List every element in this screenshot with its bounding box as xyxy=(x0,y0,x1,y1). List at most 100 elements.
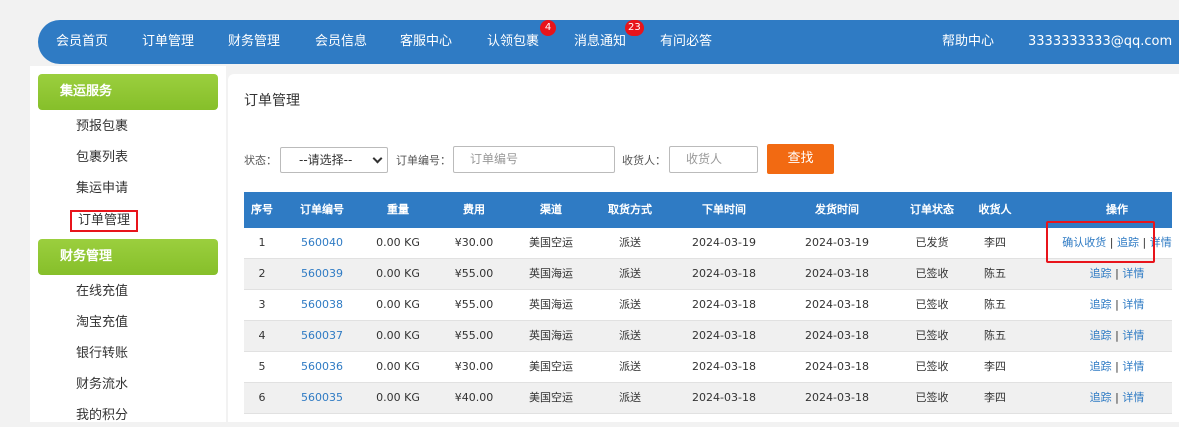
track-link[interactable]: 追踪 xyxy=(1117,236,1139,249)
order-no-input[interactable]: 订单编号 xyxy=(453,146,615,173)
cell-order-no[interactable]: 560040 xyxy=(292,228,352,258)
nav-item-messages[interactable]: 消息通知 xyxy=(574,20,626,64)
receiver-input[interactable]: 收货人 xyxy=(669,146,758,173)
cell-pickup: 派送 xyxy=(619,391,641,404)
row-actions: 追踪 | 详情 xyxy=(1062,321,1172,351)
row-actions: 确认收货 | 追踪 | 详情 xyxy=(1062,228,1172,258)
status-select-value: --请选择-- xyxy=(299,153,353,167)
sidebar-item-taobao-recharge[interactable]: 淘宝充值 xyxy=(76,312,128,334)
status-select[interactable]: --请选择-- xyxy=(280,147,388,173)
cell-pickup: 派送 xyxy=(619,329,641,342)
sidebar-item-shipping-request[interactable]: 集运申请 xyxy=(76,178,128,200)
cell-status: 已签收 xyxy=(915,360,949,373)
header-actions: 操作 xyxy=(1106,203,1128,216)
cell-fee: ¥55.00 xyxy=(454,267,494,280)
cell-order-no[interactable]: 560038 xyxy=(292,290,352,320)
cell-receiver: 李四 xyxy=(984,360,1006,373)
top-nav: 会员首页 订单管理 财务管理 会员信息 客服中心 认领包裹 4 消息通知 23 … xyxy=(38,20,1179,64)
nav-item-orders[interactable]: 订单管理 xyxy=(142,20,194,64)
cell-status: 已发货 xyxy=(915,236,949,249)
cell-status: 已签收 xyxy=(915,329,949,342)
cell-receiver: 李四 xyxy=(984,236,1006,249)
track-link[interactable]: 追踪 xyxy=(1090,298,1112,311)
details-link[interactable]: 详情 xyxy=(1150,236,1172,249)
nav-item-member-info[interactable]: 会员信息 xyxy=(315,20,367,64)
sidebar-group-shipping[interactable]: 集运服务 xyxy=(38,74,218,110)
messages-badge: 23 xyxy=(625,20,644,36)
row-actions: 追踪 | 详情 xyxy=(1062,383,1172,413)
table-row: 5 560036 0.00 KG ¥30.00 美国空运 派送 2024-03-18 2024… xyxy=(244,352,1172,383)
status-label: 状态： xyxy=(244,154,277,167)
details-link[interactable]: 详情 xyxy=(1122,267,1144,280)
receiver-label: 收货人： xyxy=(622,154,666,167)
track-link[interactable]: 追踪 xyxy=(1090,267,1112,280)
sidebar-item-finance-flow[interactable]: 财务流水 xyxy=(76,374,128,396)
table-row: 6 560035 0.00 KG ¥40.00 美国空运 派送 2024-03-18 2024… xyxy=(244,383,1172,414)
cell-order-time: 2024-03-18 xyxy=(692,298,756,311)
action-separator: | xyxy=(1111,329,1123,342)
sidebar: 集运服务 预报包裹 包裹列表 集运申请 订单管理 财务管理 在线充值 淘宝充值 … xyxy=(30,66,226,423)
cell-index: 5 xyxy=(258,360,266,373)
action-separator: | xyxy=(1139,236,1150,249)
table-header: 序号 订单编号 重量 费用 渠道 取货方式 下单时间 发货时间 订单状态 收货人… xyxy=(244,192,1172,228)
cell-order-no[interactable]: 560037 xyxy=(292,321,352,351)
header-receiver: 收货人 xyxy=(978,203,1012,216)
details-link[interactable]: 详情 xyxy=(1122,360,1144,373)
cell-fee: ¥55.00 xyxy=(454,298,494,311)
track-link[interactable]: 追踪 xyxy=(1090,391,1112,404)
track-link[interactable]: 追踪 xyxy=(1090,329,1112,342)
cell-index: 6 xyxy=(258,391,266,404)
nav-item-home[interactable]: 会员首页 xyxy=(56,20,108,64)
cell-order-time: 2024-03-18 xyxy=(692,360,756,373)
cell-order-no[interactable]: 560039 xyxy=(292,259,352,289)
track-link[interactable]: 追踪 xyxy=(1090,360,1112,373)
nav-item-finance[interactable]: 财务管理 xyxy=(228,20,280,64)
confirm-receipt-link[interactable]: 确认收货 xyxy=(1062,236,1106,249)
details-link[interactable]: 详情 xyxy=(1122,298,1144,311)
header-weight: 重量 xyxy=(387,203,409,216)
cell-status: 已签收 xyxy=(915,391,949,404)
sidebar-item-bank-transfer[interactable]: 银行转账 xyxy=(76,343,128,365)
sidebar-group-finance[interactable]: 财务管理 xyxy=(38,239,218,275)
main-content: 订单管理 状态： --请选择-- 订单编号： 订单编号 收货人： 收货人 查找 … xyxy=(228,74,1179,422)
row-actions: 追踪 | 详情 xyxy=(1062,259,1172,289)
details-link[interactable]: 详情 xyxy=(1122,329,1144,342)
cell-channel: 美国空运 xyxy=(529,360,573,373)
nav-item-help[interactable]: 帮助中心 xyxy=(942,20,994,64)
search-button[interactable]: 查找 xyxy=(767,144,834,174)
sidebar-item-package-list[interactable]: 包裹列表 xyxy=(76,147,128,169)
cell-ship-time: 2024-03-18 xyxy=(805,329,869,342)
sidebar-item-my-points[interactable]: 我的积分 xyxy=(76,405,128,427)
nav-item-claim-package[interactable]: 认领包裹 xyxy=(487,20,539,64)
cell-index: 1 xyxy=(258,236,266,249)
cell-channel: 英国海运 xyxy=(529,298,573,311)
cell-fee: ¥40.00 xyxy=(454,391,494,404)
row-actions: 追踪 | 详情 xyxy=(1062,290,1172,320)
cell-fee: ¥30.00 xyxy=(454,236,494,249)
cell-order-no[interactable]: 560035 xyxy=(292,383,352,413)
cell-weight: 0.00 KG xyxy=(376,391,420,404)
cell-channel: 美国空运 xyxy=(529,391,573,404)
cell-order-no[interactable]: 560036 xyxy=(292,352,352,382)
details-link[interactable]: 详情 xyxy=(1122,391,1144,404)
sidebar-item-order-management[interactable]: 订单管理 xyxy=(70,210,139,232)
action-separator: | xyxy=(1111,298,1123,311)
sidebar-item-forecast-package[interactable]: 预报包裹 xyxy=(76,116,128,138)
header-ship-time: 发货时间 xyxy=(815,203,859,216)
cell-order-time: 2024-03-18 xyxy=(692,267,756,280)
row-actions: 追踪 | 详情 xyxy=(1062,352,1172,382)
header-order-time: 下单时间 xyxy=(702,203,746,216)
cell-status: 已签收 xyxy=(915,298,949,311)
cell-ship-time: 2024-03-18 xyxy=(805,391,869,404)
cell-pickup: 派送 xyxy=(619,298,641,311)
action-separator: | xyxy=(1111,391,1123,404)
cell-pickup: 派送 xyxy=(619,267,641,280)
nav-item-service[interactable]: 客服中心 xyxy=(400,20,452,64)
sidebar-item-online-recharge[interactable]: 在线充值 xyxy=(76,281,128,303)
action-separator: | xyxy=(1111,360,1123,373)
header-status: 订单状态 xyxy=(910,203,954,216)
cell-pickup: 派送 xyxy=(619,360,641,373)
user-email[interactable]: 3333333333@qq.com xyxy=(1028,20,1172,64)
nav-item-faq[interactable]: 有问必答 xyxy=(660,20,712,64)
cell-weight: 0.00 KG xyxy=(376,236,420,249)
